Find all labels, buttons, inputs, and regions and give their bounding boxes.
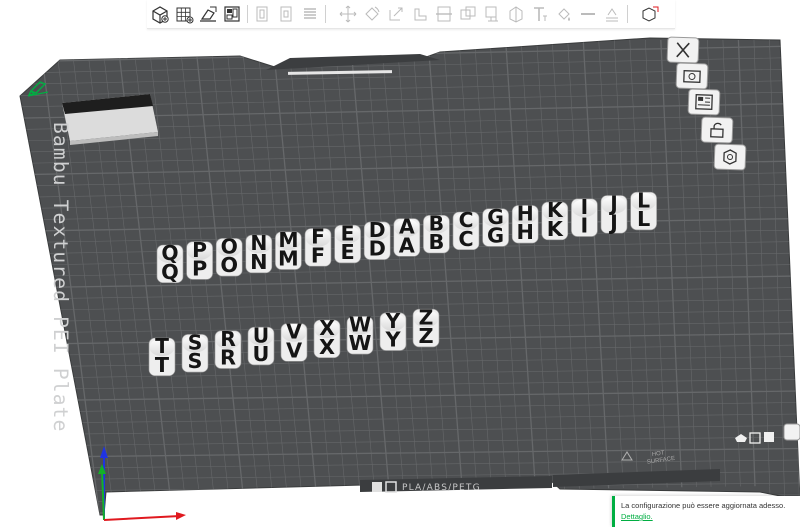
letter-cube-front-letter: M: [278, 247, 299, 271]
letter-cube[interactable]: MM: [275, 228, 302, 271]
filament-types-label: PLA/ABS/PETG: [402, 483, 481, 493]
update-notification: La configurazione può essere aggiornata …: [612, 496, 800, 527]
letter-cube-front-letter: T: [155, 353, 170, 377]
letter-cube[interactable]: EE: [334, 221, 361, 264]
letter-cube-front-letter: G: [487, 224, 504, 248]
letter-cube[interactable]: II: [571, 195, 598, 238]
letter-cube[interactable]: ZZ: [412, 305, 440, 348]
letter-cube-front-letter: B: [428, 230, 444, 254]
letter-cube-front-letter: J: [608, 210, 618, 234]
letter-cube[interactable]: VV: [280, 320, 308, 363]
letter-cube-front-letter: O: [220, 253, 238, 277]
letter-cube[interactable]: QQ: [156, 241, 184, 284]
scale-icon[interactable]: [385, 3, 407, 25]
support-paint-icon[interactable]: [481, 3, 503, 25]
letter-cube-front-letter: Q: [161, 260, 179, 284]
letter-cube[interactable]: WW: [346, 312, 374, 355]
auto-orient-icon[interactable]: [197, 3, 219, 25]
letter-cube-front-letter: H: [516, 220, 533, 244]
lock-plate-button[interactable]: [700, 116, 734, 144]
text-icon[interactable]: [529, 3, 551, 25]
letter-cube-front-letter: V: [286, 338, 302, 362]
close-icon: [676, 42, 690, 58]
letter-cube-front-letter: N: [250, 250, 267, 274]
letter-cube[interactable]: UU: [247, 323, 275, 366]
add-cube-icon[interactable]: [149, 3, 171, 25]
layers-icon[interactable]: [299, 3, 321, 25]
letter-cube[interactable]: TT: [148, 334, 176, 377]
notification-detail-link[interactable]: Dettaglio.: [621, 512, 653, 521]
split-parts-icon[interactable]: [275, 3, 297, 25]
letter-cube[interactable]: GG: [482, 205, 509, 248]
delete-plate-button[interactable]: [666, 36, 700, 64]
lay-on-face-icon[interactable]: [409, 3, 431, 25]
letter-cube-front-letter: W: [349, 331, 372, 355]
main-toolbar: [147, 0, 675, 29]
letter-cube-front-letter: P: [192, 257, 207, 281]
letter-cube-front-letter: Y: [384, 328, 401, 352]
letter-cube-front-letter: Z: [418, 324, 433, 348]
letter-cube-front-letter: F: [311, 243, 325, 267]
letter-cube[interactable]: AA: [393, 215, 421, 258]
move-icon[interactable]: [337, 3, 359, 25]
letter-cube[interactable]: BB: [423, 211, 450, 254]
letter-cube-front-letter: K: [547, 217, 564, 241]
letter-cube-front-letter: I: [581, 214, 589, 238]
camera-icon: [683, 70, 701, 83]
letter-cube[interactable]: PP: [186, 238, 213, 281]
letter-cube[interactable]: NN: [245, 231, 273, 274]
arrange-plate-button[interactable]: [687, 88, 721, 116]
letter-cube[interactable]: YY: [379, 309, 407, 352]
notification-message: La configurazione può essere aggiornata …: [621, 501, 786, 510]
cut-icon[interactable]: [433, 3, 455, 25]
letter-cube[interactable]: KK: [541, 198, 569, 241]
letter-cube-front-letter: L: [637, 207, 650, 231]
color-paint-icon[interactable]: [553, 3, 575, 25]
letter-cube-front-letter: R: [220, 346, 236, 370]
letter-cube[interactable]: XX: [313, 316, 341, 359]
letter-cube[interactable]: JJ: [600, 192, 628, 235]
assembly-view-icon[interactable]: [639, 3, 661, 25]
letter-cube[interactable]: RR: [214, 327, 242, 370]
letter-cube[interactable]: LL: [630, 188, 657, 231]
split-objects-icon[interactable]: [251, 3, 273, 25]
letter-cube[interactable]: OO: [215, 234, 243, 277]
seam-paint-icon[interactable]: [505, 3, 527, 25]
layout-icon: [695, 94, 713, 110]
letter-cube-front-letter: X: [319, 335, 335, 359]
letter-cube-front-letter: A: [399, 233, 415, 257]
settings-icon: [723, 149, 737, 165]
snapshot-plate-button[interactable]: [675, 62, 709, 90]
arrange-icon[interactable]: [221, 3, 243, 25]
assembly-icon[interactable]: [601, 3, 623, 25]
wipe-tower[interactable]: [62, 94, 158, 145]
letter-cube[interactable]: HH: [511, 201, 539, 244]
measure-icon[interactable]: [577, 3, 599, 25]
letter-cube[interactable]: FF: [304, 225, 332, 268]
letter-cube-front-letter: S: [188, 349, 203, 373]
letter-cube[interactable]: DD: [363, 218, 391, 261]
letter-cube-front-letter: C: [458, 227, 473, 251]
letter-cube[interactable]: SS: [181, 330, 209, 373]
boolean-icon[interactable]: [457, 3, 479, 25]
plate-name-label: Bambu Textured PEI Plate: [49, 122, 72, 433]
rotate-icon[interactable]: [361, 3, 383, 25]
letter-cube-front-letter: E: [340, 240, 354, 264]
letter-cube-front-letter: U: [253, 342, 270, 366]
letter-cube[interactable]: CC: [452, 208, 480, 251]
add-plate-icon[interactable]: [173, 3, 195, 25]
unlock-icon: [710, 122, 724, 138]
plate-settings-button[interactable]: [713, 143, 747, 171]
letter-cube-front-letter: D: [369, 237, 386, 261]
